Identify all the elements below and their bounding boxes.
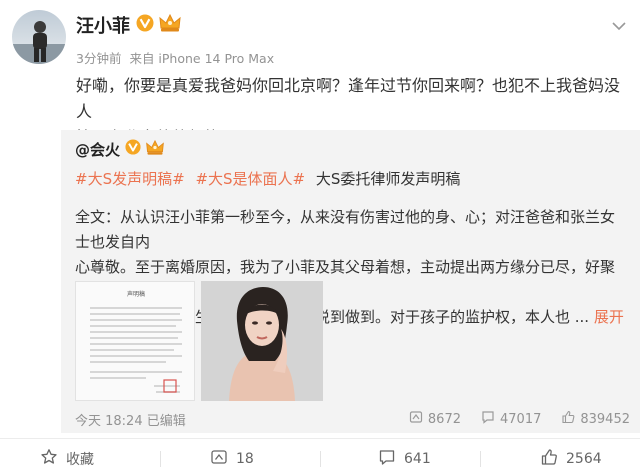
repost-tags: #大S发声明稿# #大S是体面人# 大S委托律师发声明稿 (75, 168, 460, 189)
favorite-icon (40, 448, 58, 470)
repost-author-row: @会火 (75, 138, 165, 160)
crown-icon (145, 139, 165, 160)
statement-document-image[interactable]: 声明稿 (75, 281, 195, 401)
comment-button[interactable]: 641 (378, 446, 431, 472)
author-row: 汪小菲 (76, 13, 182, 37)
repost-share-count[interactable]: 8672 (409, 410, 461, 428)
like-button[interactable]: 2564 (540, 446, 602, 472)
action-bar: 收藏 18 641 2564 (0, 446, 640, 472)
verified-v-icon (136, 14, 154, 36)
post-source: 来自 iPhone 14 Pro Max (129, 51, 275, 66)
divider (480, 451, 481, 467)
repost-text-line: 全文：从认识汪小菲第一秒至今，从来没有伤害过他的身、心；对汪爸爸和张兰女士也发自… (75, 208, 616, 251)
more-icon[interactable] (612, 16, 626, 35)
hashtag-link[interactable]: #大S是体面人# (195, 170, 305, 188)
divider (160, 451, 161, 467)
repost-block[interactable]: @会火 #大S发声明稿# #大S是体面人# 大S委托律师发声明稿 全文：从认识汪… (61, 130, 640, 433)
repost-like-count[interactable]: 839452 (561, 410, 630, 428)
verified-v-icon (125, 139, 141, 159)
repost-count: 18 (236, 451, 254, 467)
post-text-line: 好嘞，你要是真爱我爸妈你回北京啊？逢年过节你回来啊？也犯不上我爸妈没人 (76, 76, 621, 121)
avatar[interactable] (12, 10, 66, 64)
post-time[interactable]: 3分钟前 (76, 51, 121, 66)
like-count: 2564 (566, 451, 602, 467)
share-icon (409, 410, 423, 428)
repost-button[interactable]: 18 (210, 446, 254, 472)
author-name[interactable]: 汪小菲 (76, 12, 130, 38)
share-icon (210, 448, 228, 470)
repost-time[interactable]: 今天 18:24 已编辑 (75, 410, 186, 429)
document-title: 声明稿 (127, 290, 145, 298)
portrait-image[interactable] (201, 281, 323, 401)
comment-icon (481, 410, 495, 428)
hashtag-link[interactable]: #大S发声明稿# (75, 170, 185, 188)
repost-stats: 8672 47017 839452 (409, 410, 630, 428)
repost-footer: 今天 18:24 已编辑 8672 47017 839452 (75, 410, 630, 429)
divider (320, 451, 321, 467)
favorite-label: 收藏 (66, 452, 94, 468)
action-bar-divider (0, 438, 640, 439)
like-icon (561, 410, 575, 428)
like-icon (540, 448, 558, 470)
repost-comment-count[interactable]: 47017 (481, 410, 541, 428)
comment-icon (378, 448, 396, 470)
repost-tag-suffix: 大S委托律师发声明稿 (315, 170, 461, 188)
comment-count: 641 (404, 451, 431, 467)
repost-author-name[interactable]: @会火 (75, 139, 120, 160)
favorite-button[interactable]: 收藏 (40, 446, 94, 472)
crown-icon (158, 13, 182, 37)
weibo-post-card: 汪小菲 3分钟前 来自 iPhone 14 Pro Max 好嘞，你要是真爱我爸… (0, 0, 640, 475)
post-meta: 3分钟前 来自 iPhone 14 Pro Max (76, 48, 274, 67)
